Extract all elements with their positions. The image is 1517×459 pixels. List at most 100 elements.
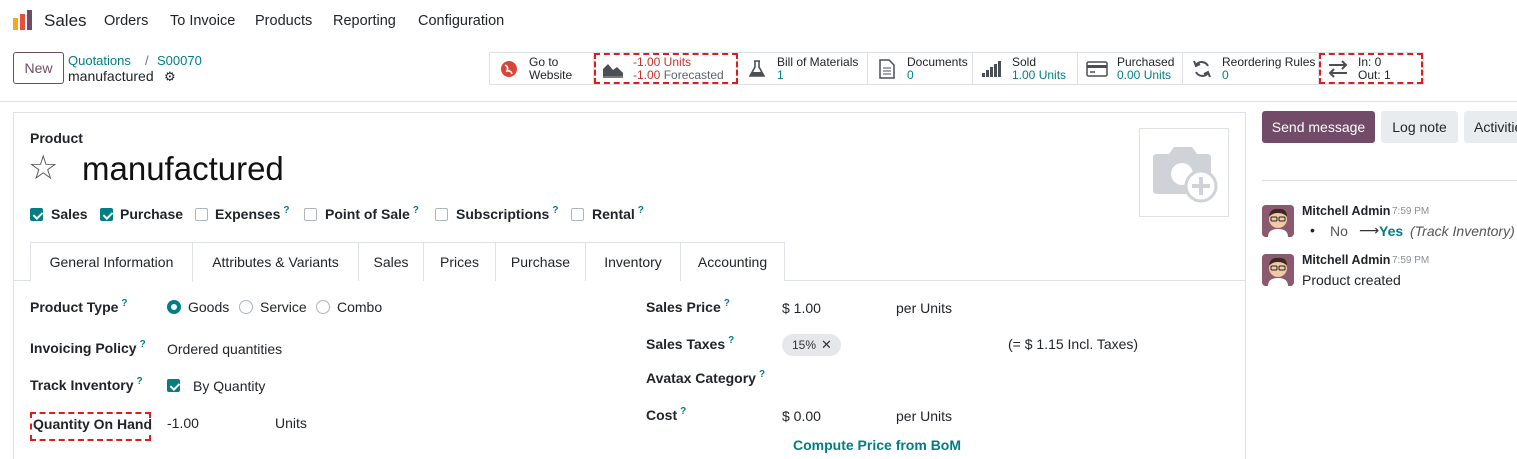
track-inventory-field-label: Track Inventory? xyxy=(30,376,143,393)
breadcrumb-current: manufactured xyxy=(68,68,154,84)
avatar[interactable] xyxy=(1262,254,1294,286)
tab-inventory[interactable]: Inventory xyxy=(585,242,681,281)
in-out-smart-button[interactable]: In: 0 Out: 1 xyxy=(1319,53,1423,84)
reordering-smart-button[interactable]: Reordering Rules 0 xyxy=(1183,53,1319,84)
message-author[interactable]: Mitchell Admin xyxy=(1302,253,1390,267)
forecast-smart-button[interactable]: -1.00 Units -1.00 Forecasted xyxy=(594,53,738,84)
invoicing-policy-value[interactable]: Ordered quantities xyxy=(167,341,282,357)
bom-smart-button[interactable]: Bill of Materials 1 xyxy=(738,53,868,84)
help-icon[interactable]: ? xyxy=(413,205,419,216)
app-name[interactable]: Sales xyxy=(44,11,87,31)
sales-price-value[interactable]: $ 1.00 xyxy=(782,300,821,316)
track-inventory-checkbox[interactable] xyxy=(167,379,180,392)
message-author[interactable]: Mitchell Admin xyxy=(1302,204,1390,218)
sales-taxes-field-label: Sales Taxes? xyxy=(646,335,734,352)
help-icon[interactable]: ? xyxy=(140,339,146,350)
expenses-field: Expenses? xyxy=(215,205,289,222)
avatar[interactable] xyxy=(1262,205,1294,237)
nav-products[interactable]: Products xyxy=(255,13,312,29)
credit-card-icon xyxy=(1086,59,1108,79)
by-quantity-value[interactable]: By Quantity xyxy=(193,378,265,394)
bullet: • xyxy=(1310,222,1315,238)
breadcrumb-separator: / xyxy=(145,53,149,68)
goods-radio-label: Goods xyxy=(188,299,230,315)
subscriptions-checkbox-label: Subscriptions xyxy=(456,206,550,222)
tracking-old-value: No xyxy=(1330,223,1348,239)
tracking-field-name: (Track Inventory) xyxy=(1410,223,1515,239)
forecast-label: Forecasted xyxy=(663,67,724,82)
help-icon[interactable]: ? xyxy=(638,205,644,216)
quantity-on-hand-unit: Units xyxy=(275,415,307,431)
star-icon[interactable]: ☆ xyxy=(28,150,58,186)
combo-radio[interactable] xyxy=(316,300,330,314)
breadcrumb-order[interactable]: S00070 xyxy=(157,53,202,68)
product-image-placeholder[interactable] xyxy=(1139,128,1229,217)
product-name[interactable]: manufactured xyxy=(82,150,284,188)
goods-radio[interactable] xyxy=(167,300,181,314)
sales-app-logo-icon[interactable] xyxy=(12,9,34,31)
flask-icon xyxy=(746,59,768,79)
incl-taxes-value: (= $ 1.15 Incl. Taxes) xyxy=(1008,336,1139,352)
cost-value[interactable]: $ 0.00 xyxy=(782,408,821,424)
product-label: Product xyxy=(30,130,83,146)
nav-configuration[interactable]: Configuration xyxy=(418,13,504,29)
website-smart-button[interactable]: Go to Website xyxy=(490,53,594,84)
remove-icon[interactable]: ✕ xyxy=(821,337,832,353)
pos-field: Point of Sale? xyxy=(325,205,419,222)
tab-attributes-variants[interactable]: Attributes & Variants xyxy=(192,242,359,281)
help-icon[interactable]: ? xyxy=(724,298,730,309)
help-icon[interactable]: ? xyxy=(552,205,558,216)
breadcrumb-quotations[interactable]: Quotations xyxy=(68,53,131,68)
tracking-new-value: Yes xyxy=(1379,223,1404,239)
purchased-smart-button[interactable]: Purchased 0.00 Units xyxy=(1078,53,1183,84)
activities-button[interactable]: Activities xyxy=(1464,111,1517,143)
tax-chip[interactable]: 15% ✕ xyxy=(782,334,841,356)
subscriptions-checkbox[interactable] xyxy=(435,208,448,221)
documents-smart-button[interactable]: Documents 0 xyxy=(868,53,973,84)
rental-checkbox[interactable] xyxy=(571,208,584,221)
log-note-button[interactable]: Log note xyxy=(1381,111,1458,143)
nav-reporting[interactable]: Reporting xyxy=(333,13,396,29)
purchased-value: 0.00 Units xyxy=(1117,67,1172,82)
purchase-checkbox[interactable] xyxy=(100,208,113,221)
sold-label: Sold xyxy=(1012,54,1037,69)
exchange-icon xyxy=(1327,59,1349,79)
new-button[interactable]: New xyxy=(13,52,64,84)
help-icon[interactable]: ? xyxy=(121,298,127,309)
tab-purchase[interactable]: Purchase xyxy=(495,242,586,281)
help-icon[interactable]: ? xyxy=(759,369,765,380)
help-icon[interactable]: ? xyxy=(283,205,289,216)
bom-count: 1 xyxy=(777,67,784,82)
nav-to-invoice[interactable]: To Invoice xyxy=(170,13,235,29)
tax-chip-label: 15% xyxy=(792,338,817,352)
help-icon[interactable]: ? xyxy=(137,376,143,387)
camera-add-icon xyxy=(1153,146,1218,202)
tab-prices[interactable]: Prices xyxy=(423,242,496,281)
sales-checkbox[interactable] xyxy=(30,208,43,221)
tab-accounting[interactable]: Accounting xyxy=(680,242,785,281)
quantity-on-hand-value[interactable]: -1.00 xyxy=(167,415,199,431)
website-label-2: Website xyxy=(529,67,573,82)
tab-sales[interactable]: Sales xyxy=(358,242,424,281)
expenses-checkbox[interactable] xyxy=(195,208,208,221)
service-radio[interactable] xyxy=(239,300,253,314)
message-body: Product created xyxy=(1302,272,1401,288)
sold-smart-button[interactable]: Sold 1.00 Units xyxy=(973,53,1078,84)
tab-general-information[interactable]: General Information xyxy=(30,242,193,282)
send-message-button[interactable]: Send message xyxy=(1262,111,1375,143)
pos-checkbox[interactable] xyxy=(304,208,317,221)
compute-price-from-bom-button[interactable]: Compute Price from BoM xyxy=(793,437,961,453)
bom-label: Bill of Materials xyxy=(777,54,859,69)
forecast-value: -1.00 xyxy=(633,67,661,82)
nav-orders[interactable]: Orders xyxy=(104,13,148,29)
documents-count: 0 xyxy=(907,67,914,82)
help-icon[interactable]: ? xyxy=(680,406,686,417)
cost-field-label: Cost? xyxy=(646,406,686,423)
sales-price-unit: per Units xyxy=(896,300,953,316)
gear-icon[interactable]: ⚙ xyxy=(164,69,176,85)
help-icon[interactable]: ? xyxy=(728,335,734,346)
sales-taxes-label: Sales Taxes xyxy=(646,336,726,352)
document-icon xyxy=(876,58,898,79)
reordering-count: 0 xyxy=(1222,67,1229,82)
product-type-label: Product Type xyxy=(30,299,119,315)
